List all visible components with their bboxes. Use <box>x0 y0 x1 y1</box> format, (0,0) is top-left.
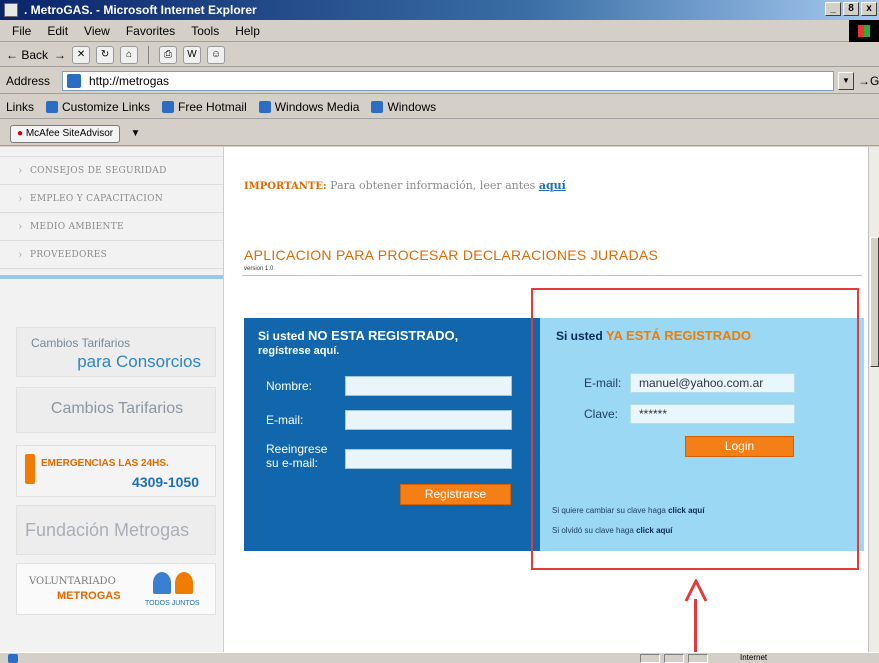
menu-help[interactable]: Help <box>229 20 266 41</box>
register-panel: Si usted NO ESTA REGISTRADO, regístrese … <box>244 318 540 551</box>
banner-text: Cambios Tarifarios <box>50 400 184 417</box>
register-subheading: regístrese aquí. <box>258 345 340 357</box>
print-icon[interactable]: ⎙ <box>159 45 178 64</box>
sidebar-item-medio-ambiente[interactable]: MEDIO AMBIENTE <box>0 213 223 241</box>
banner-text: Fundación Metrogas <box>25 520 190 540</box>
reenter-email-input[interactable] <box>345 449 512 469</box>
status-segment <box>640 654 660 663</box>
toolbar-divider <box>148 45 150 64</box>
gas-cylinder-icon <box>25 454 35 484</box>
title-divider <box>242 275 862 276</box>
banner-text: VOLUNTARIADO <box>29 576 116 587</box>
banner-fundacion[interactable]: Fundación Metrogas <box>16 505 216 555</box>
window-title: . MetroGAS. - Microsoft Internet Explore… <box>24 3 257 17</box>
banner-cambios-consorcios[interactable]: Cambios Tarifarios para Consorcios <box>16 327 216 377</box>
address-dropdown-icon[interactable]: ▼ <box>838 72 854 90</box>
menu-favorites[interactable]: Favorites <box>120 20 181 41</box>
menu-bar: File Edit View Favorites Tools Help <box>0 20 879 42</box>
link-windows[interactable]: Windows <box>371 95 436 118</box>
sidebar-item-proveedores[interactable]: PROVEEDORES <box>0 241 223 269</box>
reenter-email-label: Reeingrese su e-mail: <box>266 442 328 470</box>
home-icon[interactable]: ⌂ <box>120 45 139 64</box>
close-button[interactable]: x <box>861 2 877 16</box>
toolbar: ← Back → ✕ ↻ ⌂ ⎙ W ☺ <box>0 43 879 67</box>
menu-tools[interactable]: Tools <box>185 20 225 41</box>
link-windows-media[interactable]: Windows Media <box>259 95 360 118</box>
name-input[interactable] <box>345 376 512 396</box>
banner-emergencias[interactable]: EMERGENCIAS LAS 24HS. 4309-1050 <box>16 445 216 497</box>
title-bar: . MetroGAS. - Microsoft Internet Explore… <box>0 0 879 20</box>
annotation-arrow-shaft <box>694 599 697 652</box>
banner-text: EMERGENCIAS LAS 24HS. <box>41 458 169 469</box>
go-button[interactable]: →Go <box>858 68 879 94</box>
notice-link[interactable]: aquí <box>539 179 566 192</box>
register-heading: Si usted NO ESTA REGISTRADO, <box>258 328 459 343</box>
ie-icon <box>4 3 18 17</box>
address-input[interactable]: http://metrogas <box>62 71 834 91</box>
banner-voluntariado[interactable]: VOLUNTARIADO METROGAS TODOS JUNTOS <box>16 563 216 615</box>
important-notice: IMPORTANTE: Para obtener información, le… <box>244 179 566 192</box>
annotation-highlight-box <box>531 288 859 570</box>
address-url: http://metrogas <box>89 74 170 88</box>
vertical-scrollbar[interactable] <box>868 147 879 652</box>
messenger-icon[interactable]: ☺ <box>207 45 226 64</box>
security-zone: Internet <box>740 653 768 662</box>
edit-icon[interactable]: W <box>183 45 202 64</box>
maximize-button[interactable]: 8 <box>843 2 859 16</box>
stop-icon[interactable]: ✕ <box>72 45 91 64</box>
menu-edit[interactable]: Edit <box>41 20 74 41</box>
name-label: Nombre: <box>266 379 313 393</box>
sidebar-divider <box>0 275 223 279</box>
status-segment <box>688 654 708 663</box>
forward-button[interactable]: → <box>54 43 66 67</box>
volunteers-icon <box>149 572 197 596</box>
sidebar-item-consejos[interactable]: CONSEJOS DE SEGURIDAD <box>0 157 223 185</box>
minimize-button[interactable]: _ <box>825 2 841 16</box>
version-label: version 1.0 <box>244 266 274 272</box>
register-email-input[interactable] <box>345 410 512 430</box>
links-label: Links <box>6 100 35 114</box>
menu-file[interactable]: File <box>6 20 37 41</box>
refresh-icon[interactable]: ↻ <box>96 45 115 64</box>
banner-cambios-tarifarios[interactable]: Cambios Tarifarios <box>16 387 216 433</box>
status-bar: Internet <box>0 652 879 663</box>
siteadvisor-button[interactable]: ● McAfee SiteAdvisor <box>10 125 121 143</box>
email-label: E-mail: <box>266 413 304 427</box>
page-icon <box>67 74 81 88</box>
sidebar: CONSEJOS DE SEGURIDAD EMPLEO Y CAPACITAC… <box>0 147 224 652</box>
sidebar-cut-item <box>0 147 223 157</box>
siteadvisor-bar: ● McAfee SiteAdvisor ▼ <box>0 120 879 146</box>
emergency-phone: 4309-1050 <box>132 474 199 490</box>
menu-view[interactable]: View <box>78 20 116 41</box>
siteadvisor-dropdown-icon[interactable]: ▼ <box>131 128 141 139</box>
link-hotmail[interactable]: Free Hotmail <box>162 95 247 118</box>
page-content: CONSEJOS DE SEGURIDAD EMPLEO Y CAPACITAC… <box>0 147 868 652</box>
page-title: APLICACION PARA PROCESAR DECLARACIONES J… <box>244 247 659 263</box>
address-bar: Address http://metrogas ▼ →Go <box>0 68 879 94</box>
banner-text: Cambios Tarifarios <box>31 336 131 350</box>
links-bar: Links Customize Links Free Hotmail Windo… <box>0 95 879 119</box>
banner-text: TODOS JUNTOS <box>145 600 200 607</box>
back-button[interactable]: ← Back <box>6 43 48 67</box>
banner-text: para Consorcios <box>77 352 201 371</box>
scrollbar-thumb[interactable] <box>870 237 879 367</box>
browser-window: . MetroGAS. - Microsoft Internet Explore… <box>0 0 879 663</box>
windows-logo-icon <box>849 20 879 42</box>
sidebar-item-empleo[interactable]: EMPLEO Y CAPACITACION <box>0 185 223 213</box>
address-label: Address <box>6 74 51 88</box>
status-segment <box>664 654 684 663</box>
status-page-icon <box>8 654 18 663</box>
register-button[interactable]: Registrarse <box>400 484 511 505</box>
banner-text: METROGAS <box>57 590 121 602</box>
link-customize[interactable]: Customize Links <box>46 95 150 118</box>
